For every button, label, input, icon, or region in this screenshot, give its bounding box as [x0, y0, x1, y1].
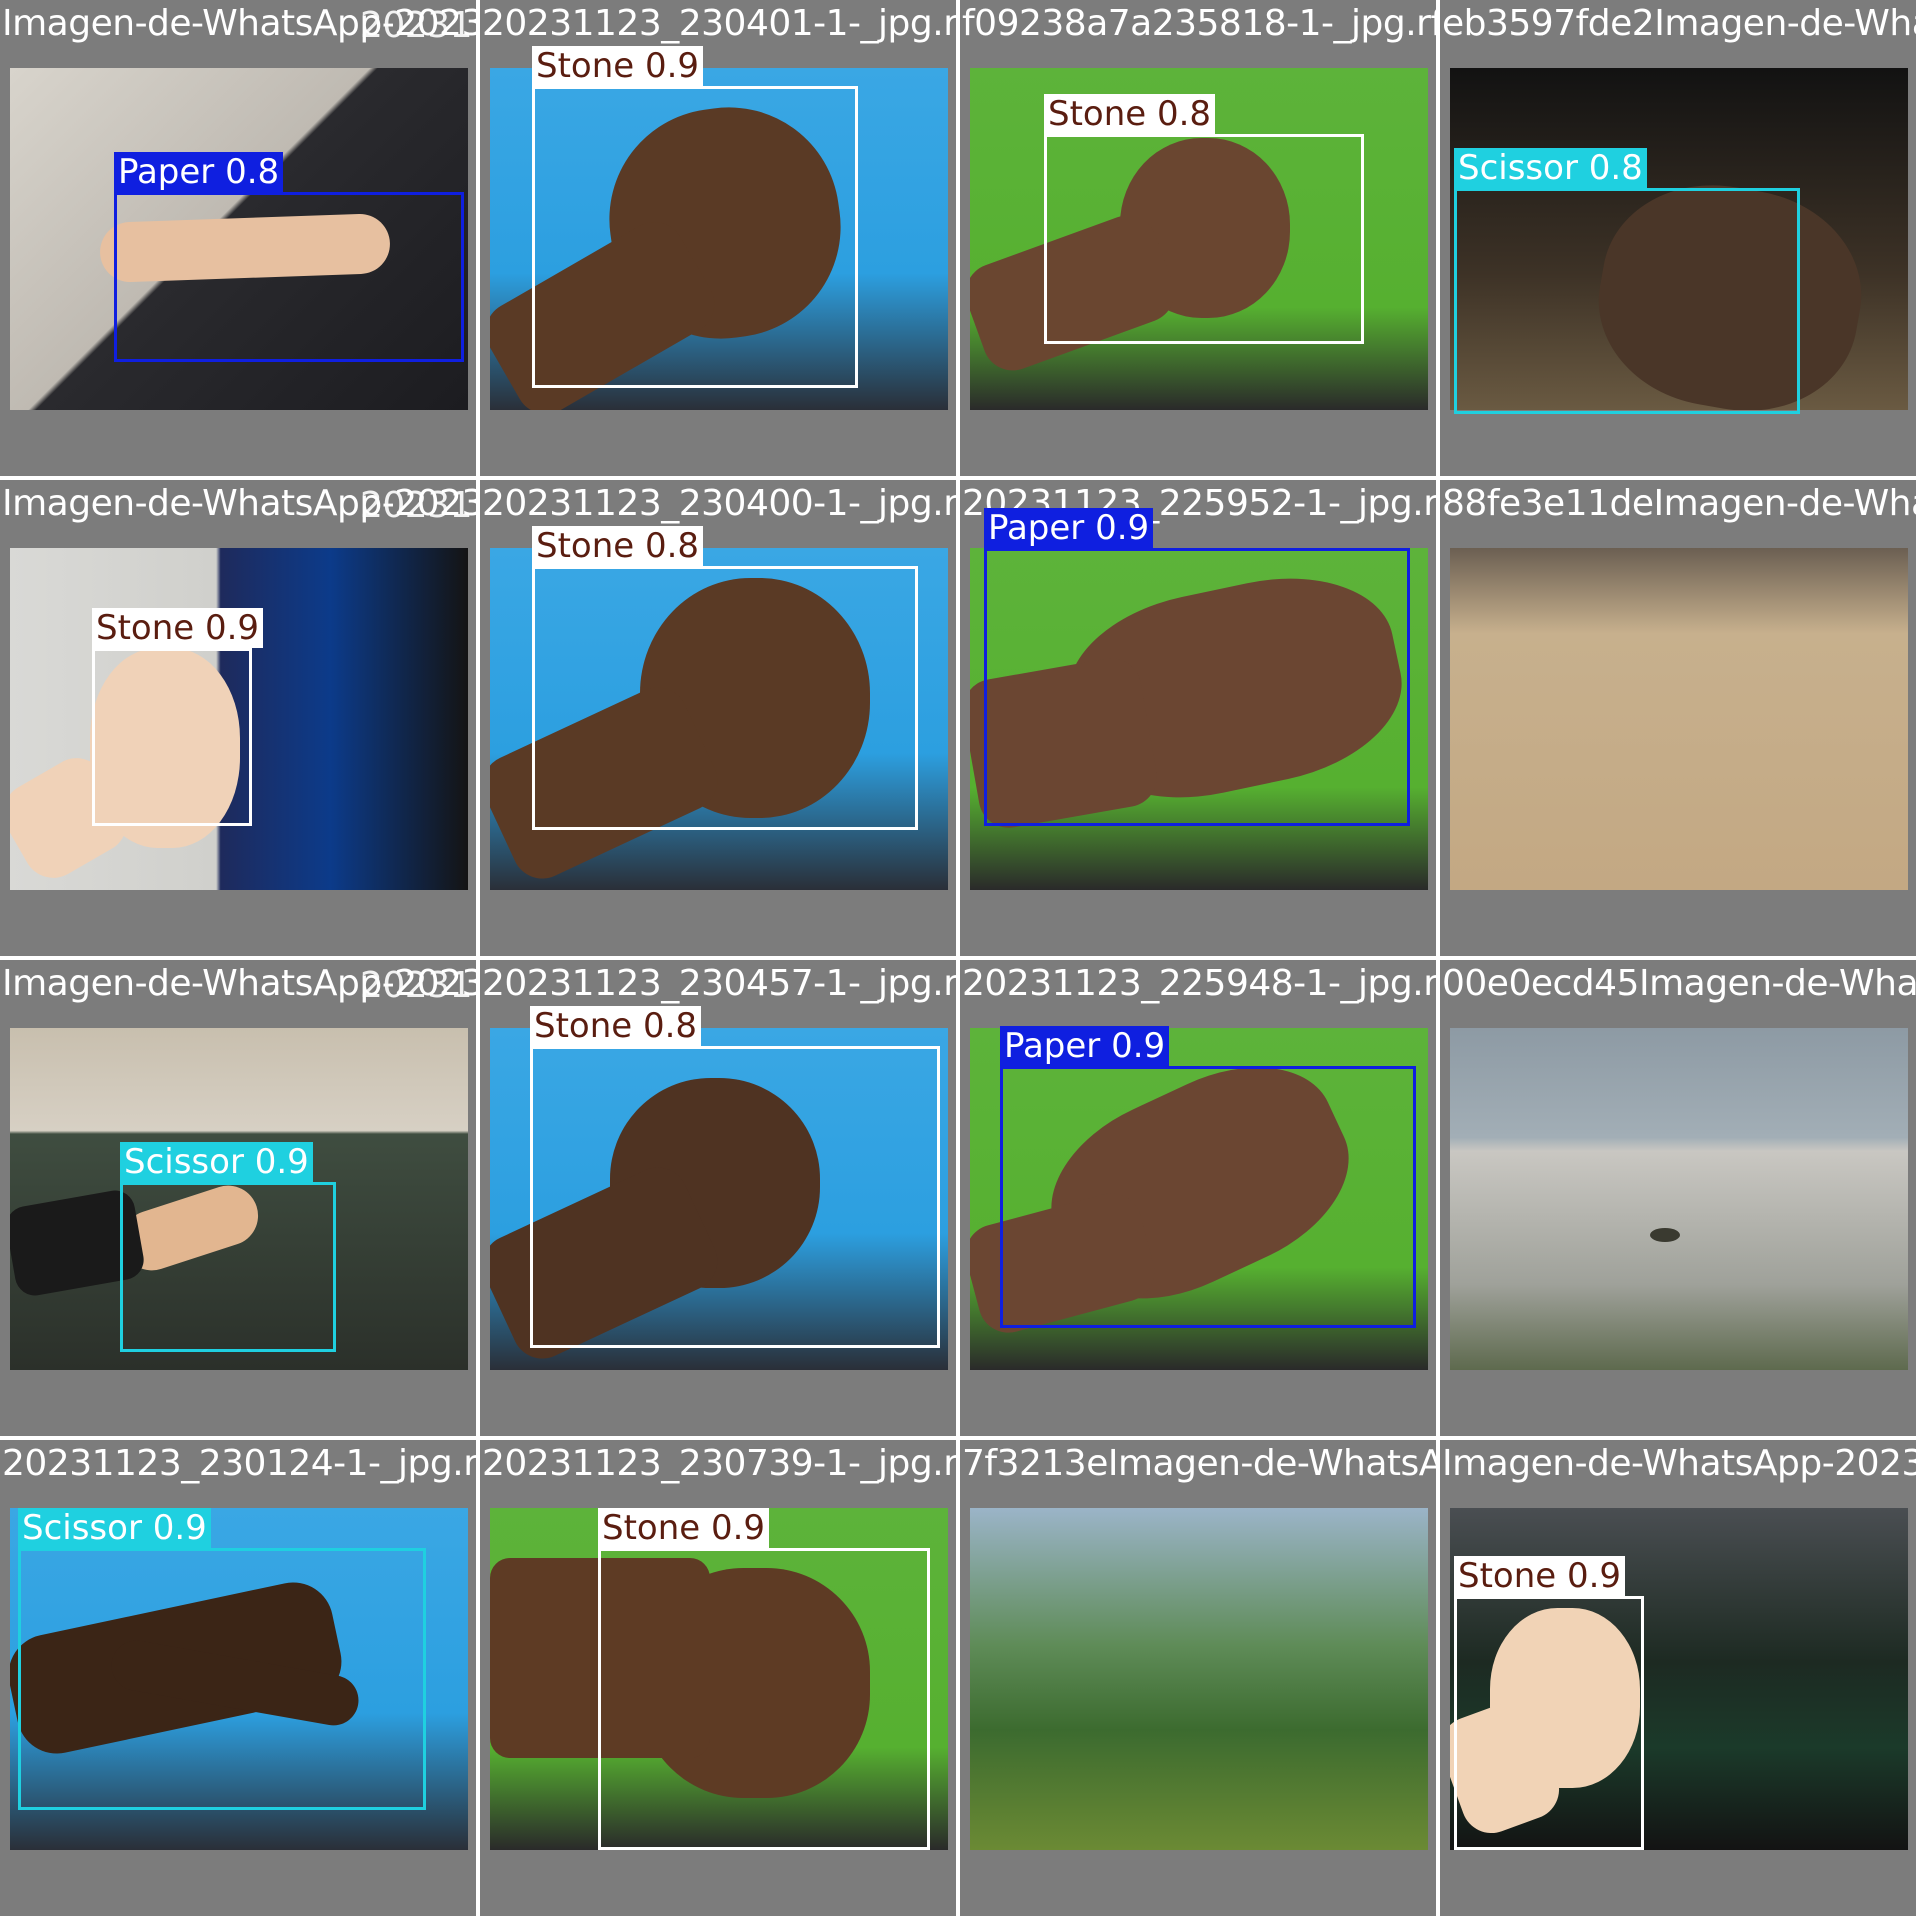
tile-filename: 00e0ecd45Imagen-de-WhatsApp-2023-	[1442, 963, 1916, 1004]
image-tile: 00e0ecd45Imagen-de-WhatsApp-2023-	[1440, 960, 1916, 1436]
image-tile: 88fe3e11deImagen-de-WhatsApp-2023-	[1440, 480, 1916, 956]
detection-label: Stone 0.9	[92, 608, 264, 648]
bounding-box-stone	[1044, 134, 1364, 344]
bounding-box-paper	[1000, 1066, 1416, 1328]
image-tile: Imagen-de-WhatsApp-2023-11-23-a-las-23 St…	[1440, 1440, 1916, 1916]
bounding-box-scissor	[18, 1548, 426, 1810]
tile-filename: 20231123_225948-1-_jpg.rf.00e0ecd45a6f7	[962, 963, 1436, 1004]
tile-filename: 88fe3e11deImagen-de-WhatsApp-2023-	[1442, 483, 1916, 524]
image-tile: Imagen-de-WhatsApp-2023-11-23-a-las-23-1…	[0, 960, 476, 1436]
bounding-box-scissor	[120, 1182, 336, 1352]
detection-label: Scissor 0.9	[120, 1142, 313, 1182]
tile-filename: 20231123_230124-1-_jpg.rf.2f93a1e39f7	[2, 1443, 476, 1484]
detection-label: Scissor 0.8	[1454, 148, 1647, 188]
detection-label: Scissor 0.9	[18, 1508, 211, 1548]
detection-label: Stone 0.9	[532, 46, 704, 86]
image-tile: eb3597fde2Imagen-de-WhatsApp-2023- Scisso…	[1440, 0, 1916, 476]
tile-filename: 20231123_230739-1-_jpg.rf.7f3213e6d9531	[482, 1443, 956, 1484]
image-tile: Imagen-de-WhatsApp-2023-11-23-a-las-23-1…	[0, 0, 476, 476]
image-tile: 20231123_230401-1-_jpg.rf.f09238a7a2f301…	[480, 0, 956, 476]
detection-label: Stone 0.9	[598, 1508, 770, 1548]
tile-filename-overlap: 20231123_230401-1-_jpg.rf.	[360, 5, 476, 46]
bounding-box-paper	[114, 192, 464, 362]
image-tile: 20231123_230739-1-_jpg.rf.7f3213e6d9531 S…	[480, 1440, 956, 1916]
detection-label: Stone 0.9	[1454, 1556, 1626, 1596]
bounding-box-scissor	[1454, 188, 1800, 414]
hand-shape	[1650, 1228, 1680, 1242]
tile-filename: 20231123_230401-1-_jpg.rf.f09238a7a2f301…	[482, 3, 956, 44]
tile-filename: Imagen-de-WhatsApp-2023-11-23-a-las-23	[1442, 1443, 1916, 1484]
detection-label: Paper 0.8	[114, 152, 284, 192]
bounding-box-stone	[530, 1046, 940, 1348]
image-tile: f09238a7a235818-1-_jpg.rf.eb3597fde2 Ston…	[960, 0, 1436, 476]
photo-park-trees	[970, 1508, 1428, 1850]
bounding-box-stone	[532, 86, 858, 388]
image-tile: 20231123_225952-1-_jpg.rf.88fe3e11de6d0a…	[960, 480, 1436, 956]
tile-filename: eb3597fde2Imagen-de-WhatsApp-2023-	[1442, 3, 1916, 44]
image-tile: Imagen-de-WhatsApp-2023-11-23-a-las-23-1…	[0, 480, 476, 956]
bounding-box-stone	[532, 566, 918, 830]
tile-filename-overlap: 20231123_230400-1-_jpg.rf.	[360, 485, 476, 526]
tile-filename: 20231123_230400-1-_jpg.rf.a2c3b123c2e595…	[482, 483, 956, 524]
image-tile: 20231123_230457-1-_jpg.rf.b6b3f7223948St…	[480, 960, 956, 1436]
tile-filename-overlap: 20231123_230457-1-_jpg.rf.	[360, 965, 476, 1006]
bounding-box-stone	[1454, 1596, 1644, 1850]
image-tile: 7f3213eImagen-de-WhatsApp-2023-11-23-a	[960, 1440, 1436, 1916]
detection-label: Paper 0.9	[1000, 1026, 1170, 1066]
tile-filename: 7f3213eImagen-de-WhatsApp-2023-11-23-a	[962, 1443, 1436, 1484]
tile-filename: 20231123_230457-1-_jpg.rf.b6b3f7223948	[482, 963, 956, 1004]
tile-filename: f09238a7a235818-1-_jpg.rf.eb3597fde2	[962, 3, 1436, 44]
image-tile: 20231123_230400-1-_jpg.rf.a2c3b123c2e595…	[480, 480, 956, 956]
detection-grid: Imagen-de-WhatsApp-2023-11-23-a-las-23-1…	[0, 0, 1920, 1920]
detection-label: Stone 0.8	[530, 1006, 702, 1046]
detection-label: Stone 0.8	[532, 526, 704, 566]
photo-cardboard-maze	[1450, 548, 1908, 890]
bounding-box-paper	[984, 548, 1410, 826]
image-tile: 20231123_225948-1-_jpg.rf.00e0ecd45a6f7 P…	[960, 960, 1436, 1436]
bounding-box-stone	[92, 648, 252, 826]
photo-street-snake	[1450, 1028, 1908, 1370]
detection-label: Paper 0.9	[984, 508, 1154, 548]
image-tile: 20231123_230124-1-_jpg.rf.2f93a1e39f7 Sci…	[0, 1440, 476, 1916]
detection-label: Stone 0.8	[1044, 94, 1216, 134]
bounding-box-stone	[598, 1548, 930, 1850]
